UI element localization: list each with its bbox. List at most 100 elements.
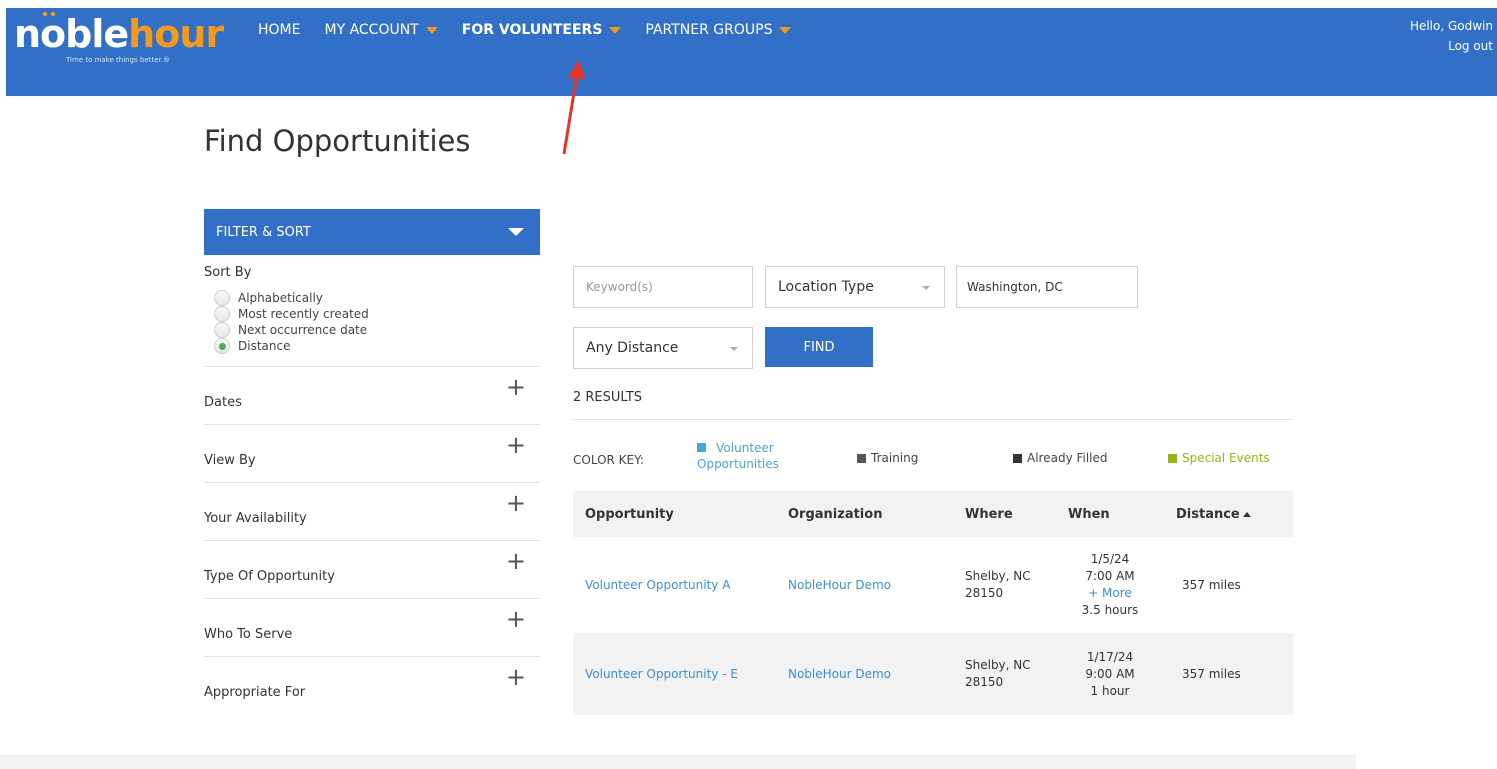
facet-label: Dates — [204, 395, 242, 410]
column-header-organization[interactable]: Organization — [776, 491, 953, 537]
filter-sort-toggle[interactable]: FILTER & SORT — [204, 209, 540, 255]
where-city: Shelby, NC — [965, 569, 1031, 583]
location-input[interactable] — [956, 266, 1138, 308]
color-key-volunteer-line2: Opportunities — [697, 457, 779, 471]
nav-home-label: HOME — [258, 22, 301, 38]
filter-sort-panel: FILTER & SORT Sort By Alphabetically Mos… — [204, 209, 540, 715]
nav-for-volunteers[interactable]: FOR VOLUNTEERS — [462, 22, 622, 38]
sort-option-label: Most recently created — [238, 307, 369, 321]
logo-tagline: Time to make things better.® — [66, 56, 170, 64]
facet-appropriate-for[interactable]: Appropriate For + — [204, 657, 540, 715]
facet-your-availability[interactable]: Your Availability + — [204, 483, 540, 541]
where-city: Shelby, NC — [965, 658, 1031, 672]
color-key-volunteer-text: Volunteer Opportunities — [697, 440, 779, 472]
plus-icon[interactable]: + — [506, 375, 526, 399]
color-key-special-events: Special Events — [1168, 451, 1270, 465]
facet-dates[interactable]: Dates + — [204, 367, 540, 425]
find-button[interactable]: FIND — [765, 327, 873, 367]
opportunity-link[interactable]: Volunteer Opportunity - E — [585, 666, 745, 683]
distance-value: Any Distance — [586, 340, 679, 356]
table-header-row: Opportunity Organization Where When Dist… — [573, 491, 1293, 537]
color-key-training: Training — [857, 451, 918, 465]
plus-icon[interactable]: + — [506, 607, 526, 631]
sort-option-label: Alphabetically — [238, 291, 323, 305]
chevron-down-icon — [922, 286, 930, 290]
radio-button[interactable] — [214, 290, 230, 306]
when-cell: 1/5/24 7:00 AM + More 3.5 hours — [1056, 537, 1164, 633]
sort-option-alphabetically[interactable]: Alphabetically — [214, 290, 540, 306]
table-row: Volunteer Opportunity - E NobleHour Demo… — [573, 633, 1293, 715]
facet-who-to-serve[interactable]: Who To Serve + — [204, 599, 540, 657]
when-date: 1/5/24 — [1090, 552, 1130, 566]
nav-home[interactable]: HOME — [258, 22, 300, 38]
page-title: Find Opportunities — [204, 124, 471, 158]
nav-partner-groups[interactable]: PARTNER GROUPS — [645, 22, 792, 38]
where-zip: 28150 — [965, 586, 1004, 600]
radio-button[interactable] — [214, 306, 230, 322]
training-color-swatch — [857, 454, 866, 463]
table-row: Volunteer Opportunity A NobleHour Demo S… — [573, 537, 1293, 633]
opportunity-link[interactable]: Volunteer Opportunity A — [585, 578, 730, 592]
keyword-search-input[interactable] — [573, 266, 753, 308]
page: noblehour Time to make things better.® H… — [0, 0, 1497, 769]
sort-option-label: Next occurrence date — [238, 323, 368, 337]
volunteer-color-swatch — [697, 443, 706, 452]
more-dates-link[interactable]: + More — [1056, 585, 1164, 602]
plus-icon[interactable]: + — [506, 549, 526, 573]
facet-view-by[interactable]: View By + — [204, 425, 540, 483]
color-key-already-filled: Already Filled — [1013, 451, 1108, 465]
top-navigation-bar: noblehour Time to make things better.® H… — [6, 8, 1497, 96]
nav-my-account[interactable]: MY ACCOUNT — [324, 22, 438, 38]
where-cell: Shelby, NC 28150 — [953, 633, 1056, 715]
radio-selected-dot — [218, 342, 226, 350]
footer-bar — [0, 755, 1356, 769]
organization-link[interactable]: NobleHour Demo — [788, 667, 891, 681]
when-date: 1/17/24 — [1086, 649, 1134, 664]
logo-noble-text: noble — [14, 12, 129, 56]
when-time: 7:00 AM — [1085, 569, 1135, 583]
filter-sort-label: FILTER & SORT — [216, 224, 311, 240]
color-key-training-label: Training — [871, 451, 919, 465]
column-header-distance-label: Distance — [1176, 506, 1240, 522]
chevron-down-icon — [425, 26, 438, 34]
special-events-color-swatch — [1168, 454, 1177, 463]
sort-option-distance[interactable]: Distance — [214, 338, 540, 354]
logo-hour-text: hour — [128, 12, 224, 56]
user-greeting: Hello, Godwin — [1409, 19, 1493, 33]
results-count: 2 RESULTS — [573, 390, 643, 405]
noblehour-logo[interactable]: noblehour Time to make things better.® — [14, 10, 224, 64]
color-key-special-events-label: Special Events — [1182, 451, 1270, 465]
facet-label: Your Availability — [204, 511, 307, 526]
sort-option-most-recent[interactable]: Most recently created — [214, 306, 540, 322]
main-nav: HOME MY ACCOUNT FOR VOLUNTEERS PARTNER G… — [258, 22, 815, 38]
nav-my-account-label: MY ACCOUNT — [324, 22, 419, 38]
column-header-when[interactable]: When — [1056, 491, 1164, 537]
column-header-opportunity[interactable]: Opportunity — [573, 491, 776, 537]
when-time: 9:00 AM — [1085, 666, 1135, 681]
where-zip: 28150 — [965, 675, 1004, 689]
column-header-where[interactable]: Where — [953, 491, 1056, 537]
distance-cell: 357 miles — [1182, 578, 1241, 592]
color-key-already-filled-label: Already Filled — [1027, 451, 1108, 465]
chevron-down-icon — [730, 347, 738, 351]
plus-icon[interactable]: + — [506, 433, 526, 457]
nav-for-volunteers-label: FOR VOLUNTEERS — [461, 22, 603, 38]
distance-select[interactable]: Any Distance — [573, 327, 753, 369]
already-filled-color-swatch — [1013, 454, 1022, 463]
plus-icon[interactable]: + — [506, 491, 526, 515]
radio-button[interactable] — [214, 322, 230, 338]
when-duration: 1 hour — [1090, 683, 1130, 698]
facet-label: Appropriate For — [204, 685, 306, 700]
facet-type-of-opportunity[interactable]: Type Of Opportunity + — [204, 541, 540, 599]
annotation-arrow-icon — [562, 60, 586, 155]
organization-link[interactable]: NobleHour Demo — [788, 578, 891, 592]
sort-option-next-occurrence[interactable]: Next occurrence date — [214, 322, 540, 338]
plus-icon[interactable]: + — [506, 665, 526, 689]
radio-button-selected[interactable] — [214, 338, 230, 354]
column-header-distance[interactable]: Distance — [1164, 491, 1293, 537]
location-type-select[interactable]: Location Type — [765, 266, 945, 308]
logout-link[interactable]: Log out — [1410, 36, 1493, 56]
when-duration: 3.5 hours — [1081, 603, 1139, 617]
nav-partner-groups-label: PARTNER GROUPS — [645, 22, 773, 38]
sort-ascending-icon — [1242, 511, 1251, 517]
